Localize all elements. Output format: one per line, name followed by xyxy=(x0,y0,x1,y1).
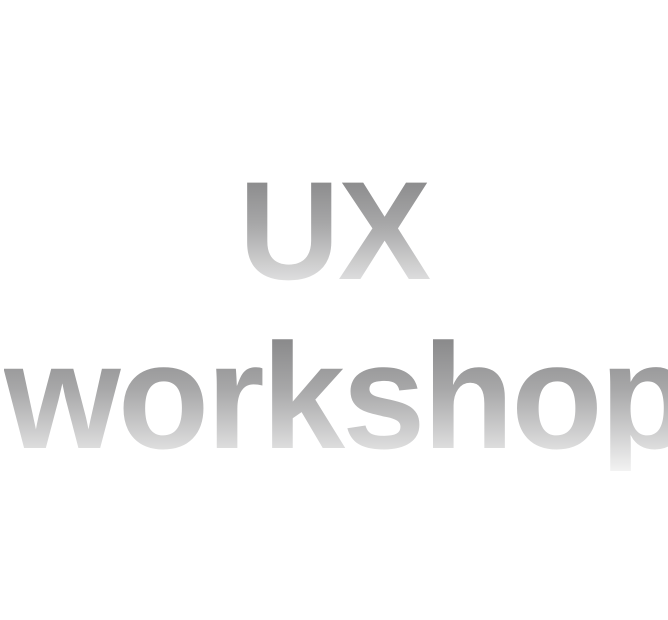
title-line-ux: UX xyxy=(0,161,668,301)
title-line-workshop: workshop xyxy=(4,321,668,471)
workshop-title: UX workshop xyxy=(0,0,668,620)
